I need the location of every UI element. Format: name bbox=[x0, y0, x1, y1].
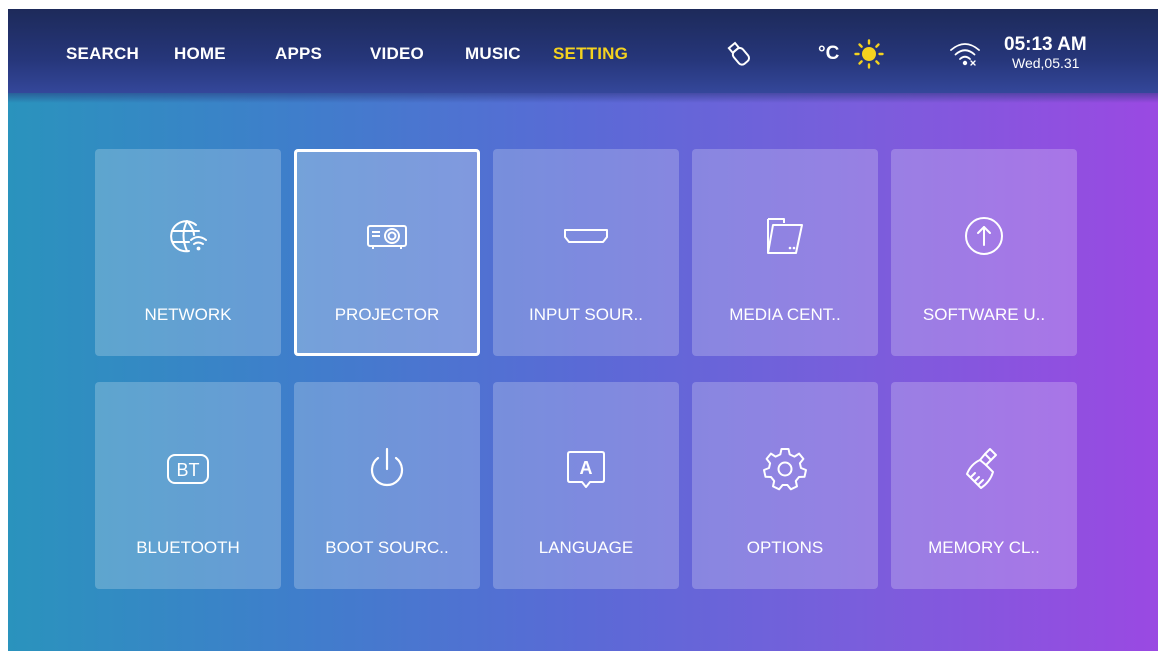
tile-media-center[interactable]: MEDIA CENT.. bbox=[692, 149, 878, 356]
svg-text:A: A bbox=[580, 458, 593, 478]
usb-drive-icon bbox=[724, 39, 754, 69]
broom-icon bbox=[959, 444, 1009, 494]
tile-label: OPTIONS bbox=[746, 538, 824, 557]
tile-boot-source[interactable]: BOOT SOURC.. bbox=[294, 382, 480, 589]
tile-projector[interactable]: PROJECTOR bbox=[294, 149, 480, 356]
sun-icon bbox=[854, 39, 884, 69]
nav-apps[interactable]: APPS bbox=[275, 44, 322, 64]
nav-music[interactable]: MUSIC bbox=[465, 44, 521, 64]
tile-input-source[interactable]: INPUT SOUR.. bbox=[493, 149, 679, 356]
tile-software-update[interactable]: SOFTWARE U.. bbox=[891, 149, 1077, 356]
top-navigation-bar: SEARCH HOME APPS VIDEO MUSIC SETTING °C bbox=[8, 9, 1158, 103]
tile-label: SOFTWARE U.. bbox=[922, 305, 1046, 324]
projector-icon bbox=[362, 211, 412, 261]
nav-home[interactable]: HOME bbox=[174, 44, 226, 64]
nav-search[interactable]: SEARCH bbox=[66, 44, 139, 64]
globe-wifi-icon bbox=[163, 211, 213, 261]
bluetooth-bt-icon: BT bbox=[163, 444, 213, 494]
wifi-disconnected-icon bbox=[948, 39, 982, 69]
clock-date: Wed,05.31 bbox=[1012, 55, 1080, 71]
tile-bluetooth[interactable]: BT BLUETOOTH bbox=[95, 382, 281, 589]
tile-label: INPUT SOUR.. bbox=[529, 305, 643, 324]
tile-label: BOOT SOURC.. bbox=[325, 538, 449, 557]
tile-label: PROJECTOR bbox=[334, 305, 440, 324]
tile-network[interactable]: NETWORK bbox=[95, 149, 281, 356]
tile-language[interactable]: A LANGUAGE bbox=[493, 382, 679, 589]
tile-label: MEMORY CL.. bbox=[928, 538, 1040, 557]
nav-setting[interactable]: SETTING bbox=[553, 44, 628, 64]
tile-label: MEDIA CENT.. bbox=[729, 305, 841, 324]
gear-icon bbox=[760, 444, 810, 494]
clock-time: 05:13 AM bbox=[1004, 34, 1087, 55]
hdmi-icon bbox=[561, 211, 611, 261]
tile-options[interactable]: OPTIONS bbox=[692, 382, 878, 589]
tile-label: LANGUAGE bbox=[538, 538, 634, 557]
upload-arrow-icon bbox=[959, 211, 1009, 261]
temperature-unit: °C bbox=[818, 43, 840, 64]
nav-video[interactable]: VIDEO bbox=[370, 44, 424, 64]
folder-icon bbox=[760, 211, 810, 261]
tile-label: NETWORK bbox=[144, 305, 232, 324]
tv-launcher-screen: SEARCH HOME APPS VIDEO MUSIC SETTING °C bbox=[8, 9, 1158, 651]
tile-memory-clean[interactable]: MEMORY CL.. bbox=[891, 382, 1077, 589]
power-icon bbox=[362, 444, 412, 494]
tile-label: BLUETOOTH bbox=[136, 538, 240, 557]
language-a-icon: A bbox=[561, 444, 611, 494]
svg-text:BT: BT bbox=[176, 460, 199, 480]
